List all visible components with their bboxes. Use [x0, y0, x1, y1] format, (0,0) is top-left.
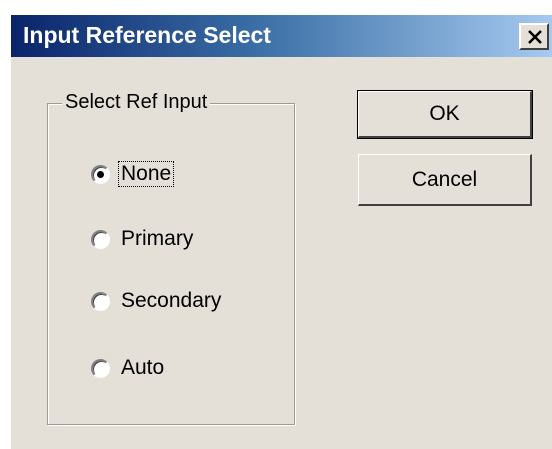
radio-option-none[interactable]: None — [91, 159, 175, 189]
radio-button-none[interactable] — [91, 164, 110, 184]
radio-button-auto[interactable] — [91, 358, 110, 378]
radio-option-auto[interactable]: Auto — [91, 353, 166, 383]
radio-label-none[interactable]: None — [117, 161, 175, 187]
close-button[interactable] — [519, 23, 549, 50]
select-ref-input-group: Select Ref Input None Primary Secondary … — [47, 91, 295, 425]
radio-button-primary[interactable] — [91, 229, 110, 249]
radio-selected-dot — [97, 170, 104, 178]
cancel-button[interactable]: Cancel — [358, 154, 532, 206]
input-reference-select-dialog: Input Reference Select Select Ref Input … — [10, 14, 552, 449]
title-bar[interactable]: Input Reference Select — [11, 15, 552, 57]
radio-option-primary[interactable]: Primary — [91, 224, 195, 254]
ok-button[interactable]: OK — [357, 90, 533, 139]
radio-label-auto[interactable]: Auto — [119, 356, 166, 380]
close-icon — [528, 30, 542, 44]
group-label: Select Ref Input — [62, 91, 211, 114]
radio-label-primary[interactable]: Primary — [119, 227, 195, 251]
radio-label-secondary[interactable]: Secondary — [119, 289, 223, 313]
window-title: Input Reference Select — [23, 22, 271, 48]
radio-option-secondary[interactable]: Secondary — [91, 286, 223, 316]
radio-button-secondary[interactable] — [91, 291, 110, 311]
